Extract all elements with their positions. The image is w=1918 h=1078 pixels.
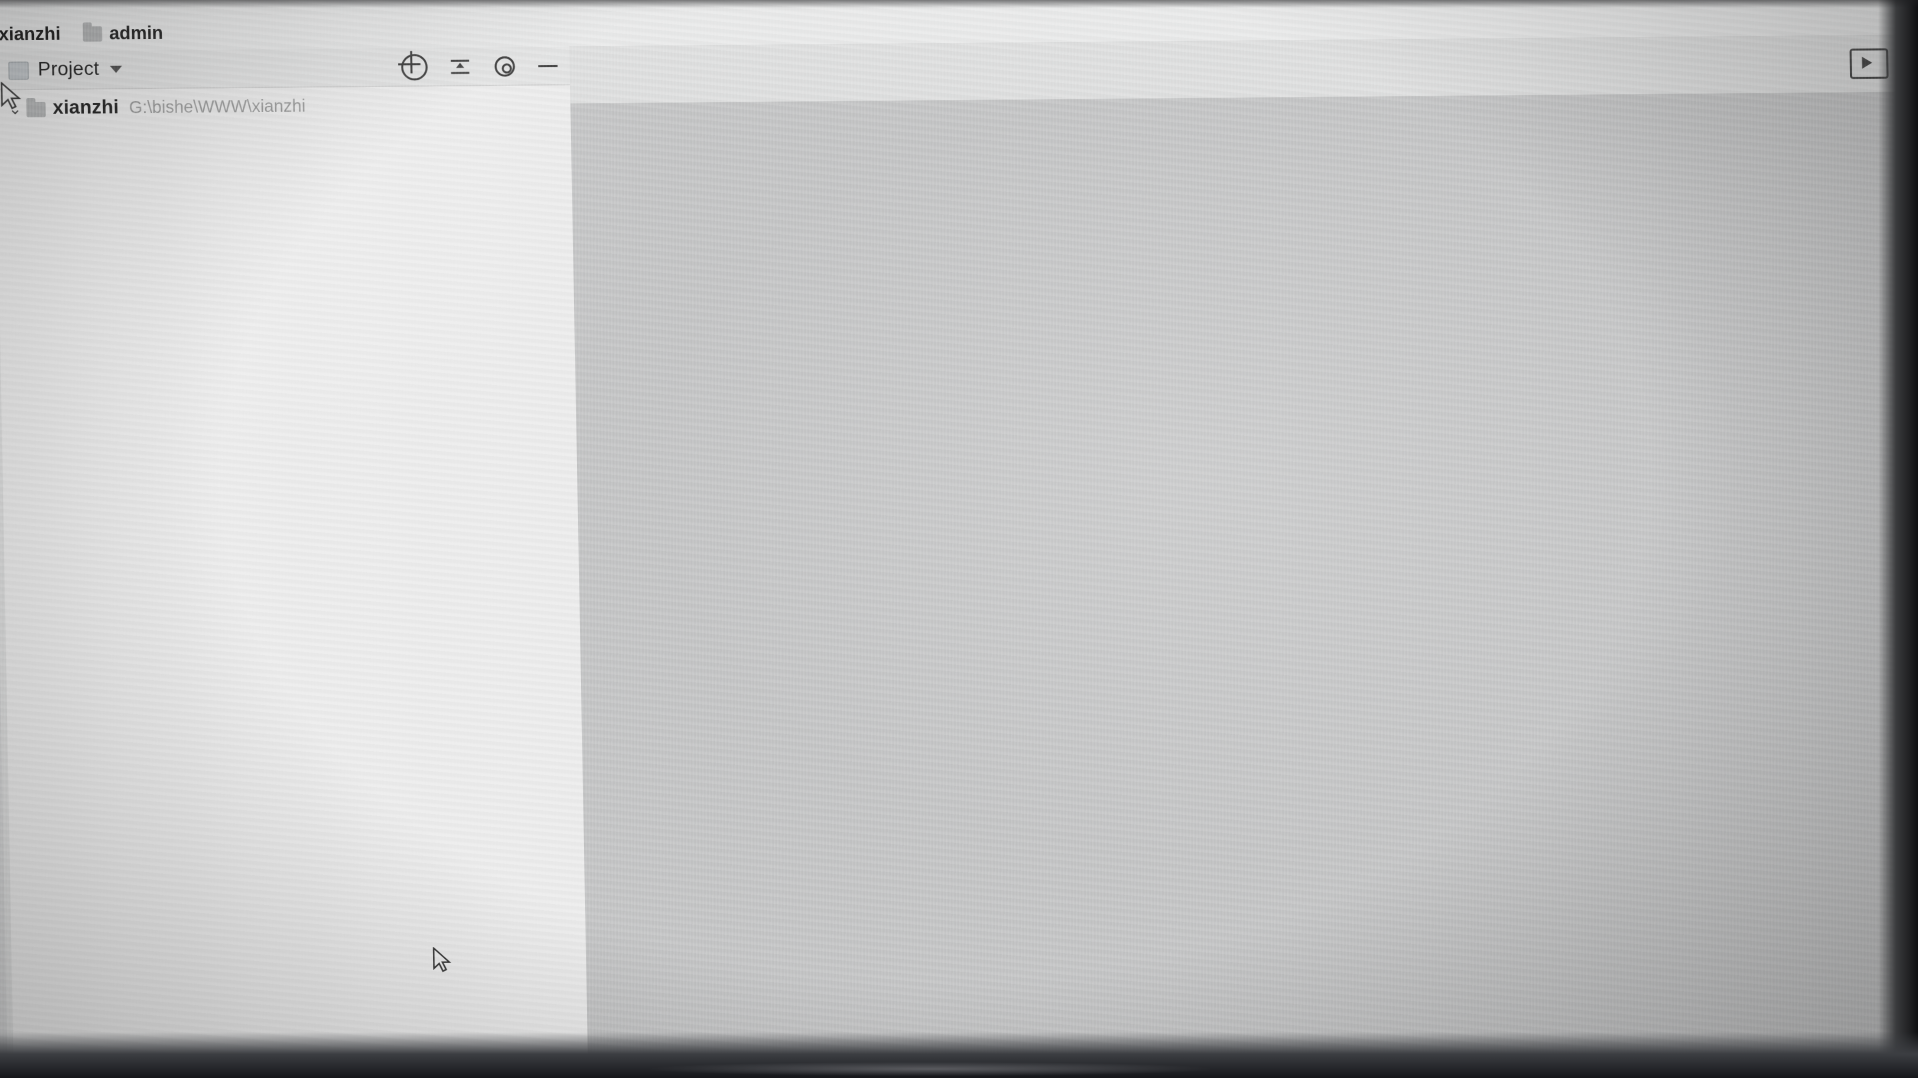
expand-arrow-icon[interactable]: ⌄ <box>4 99 27 119</box>
editor-toolbar: Add C <box>569 34 1918 104</box>
monitor-photograph: ...\WWW\xianzhi] - PhpStorm <box>0 0 1918 1078</box>
menu-code[interactable] <box>53 0 75 2</box>
folder-icon <box>82 25 103 42</box>
folder-icon <box>26 101 46 117</box>
phpstorm-window: ...\WWW\xianzhi] - PhpStorm <box>0 0 1918 1078</box>
project-panel-actions <box>400 47 560 87</box>
run-configuration-icon[interactable] <box>1849 48 1889 80</box>
menu-refactor[interactable] <box>75 0 97 2</box>
tree-row-root[interactable]: ⌄ xianzhi G:\bishe\WWW\xianzhi <box>0 89 571 125</box>
breadcrumb-item-admin[interactable]: admin <box>82 22 164 44</box>
menu-vcs[interactable] <box>142 0 164 2</box>
tree-item-label: xianzhi <box>52 97 120 120</box>
breadcrumb-label: xianzhi <box>0 23 61 44</box>
project-panel-title: Project <box>37 58 100 81</box>
chevron-down-icon[interactable] <box>109 65 122 73</box>
menu-run[interactable] <box>97 0 119 2</box>
menu-view[interactable] <box>8 0 30 3</box>
hide-icon[interactable] <box>537 55 560 78</box>
locate-icon[interactable] <box>400 53 428 81</box>
settings-gear-icon[interactable] <box>494 56 516 77</box>
menu-edit[interactable] <box>0 0 8 3</box>
breadcrumb-item-xianzhi[interactable]: xianzhi <box>0 23 61 45</box>
add-configuration-button[interactable]: Add C <box>1906 51 1918 76</box>
breadcrumb-label: admin <box>109 22 164 44</box>
editor-empty-hints <box>575 339 1918 351</box>
editor-area: Add C <box>569 34 1918 1078</box>
project-path: G:\bishe\WWW\xianzhi <box>128 96 306 118</box>
project-panel-header: Project <box>0 46 571 91</box>
menu-navigate[interactable] <box>30 0 52 3</box>
menu-help[interactable] <box>187 0 209 1</box>
project-file-tree[interactable]: ⌄ xianzhi G:\bishe\WWW\xianzhi <box>0 86 589 1078</box>
project-icon <box>8 60 29 80</box>
project-tool-window: Project ⌄ xianzhi G:\bishe\WWW\xianzhi <box>0 46 590 1078</box>
menu-window[interactable] <box>164 0 186 1</box>
collapse-all-icon[interactable] <box>450 56 473 79</box>
screen-surface: ...\WWW\xianzhi] - PhpStorm <box>0 0 1918 1078</box>
menu-tools[interactable] <box>120 0 142 2</box>
